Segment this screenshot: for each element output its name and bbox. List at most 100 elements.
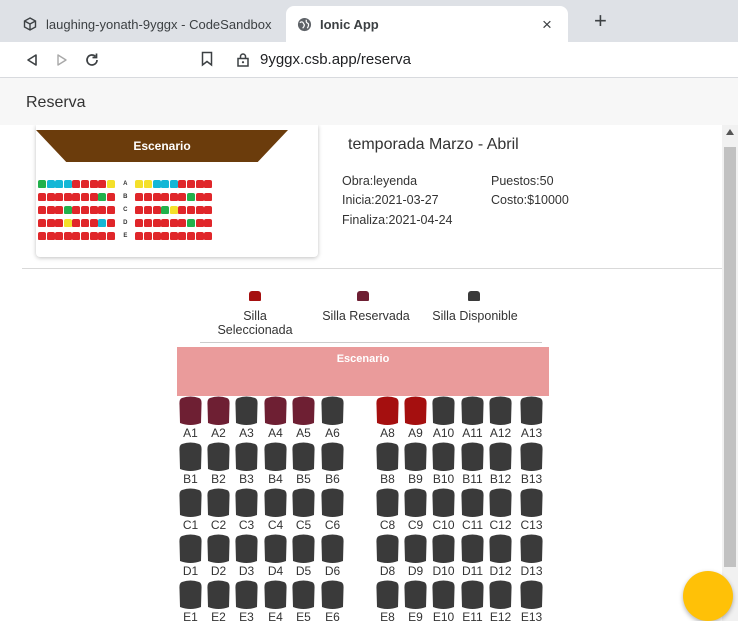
seat-b8[interactable]: B8 — [374, 442, 401, 488]
seat-d13[interactable]: D13 — [518, 534, 545, 580]
event-card[interactable]: Escenario ABCDE — [36, 125, 318, 257]
seat-icon — [403, 396, 428, 426]
seat-b11[interactable]: B11 — [459, 442, 486, 488]
new-tab-button[interactable]: + — [594, 8, 607, 34]
seat-c8[interactable]: C8 — [374, 488, 401, 534]
seat-b10[interactable]: B10 — [430, 442, 457, 488]
seat-label: E12 — [489, 610, 512, 621]
mini-seat — [63, 205, 72, 214]
seat-c9[interactable]: C9 — [402, 488, 429, 534]
scroll-thumb[interactable] — [724, 147, 736, 567]
seat-b6[interactable]: B6 — [319, 442, 346, 488]
seat-b12[interactable]: B12 — [487, 442, 514, 488]
mini-seat — [178, 179, 187, 188]
mini-seat — [106, 205, 115, 214]
seat-e11[interactable]: E11 — [459, 580, 486, 621]
scroll-up-icon[interactable] — [726, 129, 734, 135]
back-icon[interactable] — [22, 50, 42, 70]
seat-c12[interactable]: C12 — [487, 488, 514, 534]
address-bar[interactable]: 9yggx.csb.app/reserva — [260, 51, 411, 68]
seat-e6[interactable]: E6 — [319, 580, 346, 621]
seat-label: E13 — [520, 610, 543, 621]
seat-b1[interactable]: B1 — [177, 442, 204, 488]
mini-row-letter: B — [123, 193, 128, 200]
seat-d4[interactable]: D4 — [262, 534, 289, 580]
seat-a1[interactable]: A1 — [177, 396, 204, 442]
seat-icon — [519, 396, 544, 426]
seat-label: B13 — [520, 472, 543, 486]
seat-e1[interactable]: E1 — [177, 580, 204, 621]
seat-a11[interactable]: A11 — [459, 396, 486, 442]
seat-d8[interactable]: D8 — [374, 534, 401, 580]
reload-icon[interactable] — [82, 50, 102, 70]
seat-a13[interactable]: A13 — [518, 396, 545, 442]
end-date: Finaliza:2021-04-24 — [342, 213, 453, 227]
seat-d11[interactable]: D11 — [459, 534, 486, 580]
seat-c6[interactable]: C6 — [319, 488, 346, 534]
seat-a10[interactable]: A10 — [430, 396, 457, 442]
mini-seat — [55, 192, 64, 201]
seat-c1[interactable]: C1 — [177, 488, 204, 534]
seat-d10[interactable]: D10 — [430, 534, 457, 580]
mini-stage-label: Escenario — [133, 139, 191, 153]
seat-c13[interactable]: C13 — [518, 488, 545, 534]
seat-c5[interactable]: C5 — [290, 488, 317, 534]
seat-label: B6 — [325, 472, 340, 486]
seat-d1[interactable]: D1 — [177, 534, 204, 580]
seat-e4[interactable]: E4 — [262, 580, 289, 621]
seat-b5[interactable]: B5 — [290, 442, 317, 488]
seat-c2[interactable]: C2 — [205, 488, 232, 534]
mini-seat — [46, 192, 55, 201]
mini-row: B — [38, 190, 213, 203]
mini-seat — [152, 192, 161, 201]
seat-a2[interactable]: A2 — [205, 396, 232, 442]
seat-d9[interactable]: D9 — [402, 534, 429, 580]
seat-e12[interactable]: E12 — [487, 580, 514, 621]
seat-b3[interactable]: B3 — [233, 442, 260, 488]
seat-b4[interactable]: B4 — [262, 442, 289, 488]
seat-d3[interactable]: D3 — [233, 534, 260, 580]
seat-a8[interactable]: A8 — [374, 396, 401, 442]
seat-a12[interactable]: A12 — [487, 396, 514, 442]
seat-e9[interactable]: E9 — [402, 580, 429, 621]
mini-seat — [161, 179, 170, 188]
seat-icon — [234, 442, 259, 472]
seat-e3[interactable]: E3 — [233, 580, 260, 621]
fab-button[interactable] — [683, 571, 733, 621]
seat-e8[interactable]: E8 — [374, 580, 401, 621]
seat-c3[interactable]: C3 — [233, 488, 260, 534]
seat-a9[interactable]: A9 — [402, 396, 429, 442]
seat-b13[interactable]: B13 — [518, 442, 545, 488]
seat-a5[interactable]: A5 — [290, 396, 317, 442]
seat-e5[interactable]: E5 — [290, 580, 317, 621]
seat-icon — [263, 580, 288, 610]
mini-seat — [38, 179, 46, 188]
seat-d12[interactable]: D12 — [487, 534, 514, 580]
mini-seat — [55, 231, 64, 240]
scrollbar[interactable] — [722, 125, 738, 621]
seat-a6[interactable]: A6 — [319, 396, 346, 442]
seat-d2[interactable]: D2 — [205, 534, 232, 580]
lock-icon[interactable] — [236, 52, 250, 72]
close-tab-icon[interactable]: × — [538, 15, 556, 35]
tab-codesandbox[interactable]: laughing-yonath-9yggx - CodeSandbox — [22, 6, 284, 42]
seat-d6[interactable]: D6 — [319, 534, 346, 580]
mini-seat — [72, 179, 81, 188]
seat-e2[interactable]: E2 — [205, 580, 232, 621]
mini-seat — [98, 231, 107, 240]
seat-b2[interactable]: B2 — [205, 442, 232, 488]
forward-icon[interactable] — [52, 50, 72, 70]
seat-d5[interactable]: D5 — [290, 534, 317, 580]
seat-e10[interactable]: E10 — [430, 580, 457, 621]
seat-b9[interactable]: B9 — [402, 442, 429, 488]
seat-icon — [234, 534, 259, 564]
tab-ionic-app[interactable]: Ionic App × — [286, 6, 568, 42]
seat-c10[interactable]: C10 — [430, 488, 457, 534]
seat-c4[interactable]: C4 — [262, 488, 289, 534]
seat-e13[interactable]: E13 — [518, 580, 545, 621]
seat-c11[interactable]: C11 — [459, 488, 486, 534]
seat-a4[interactable]: A4 — [262, 396, 289, 442]
seat-a3[interactable]: A3 — [233, 396, 260, 442]
bookmark-icon[interactable] — [200, 51, 214, 72]
seat-icon — [291, 580, 316, 610]
